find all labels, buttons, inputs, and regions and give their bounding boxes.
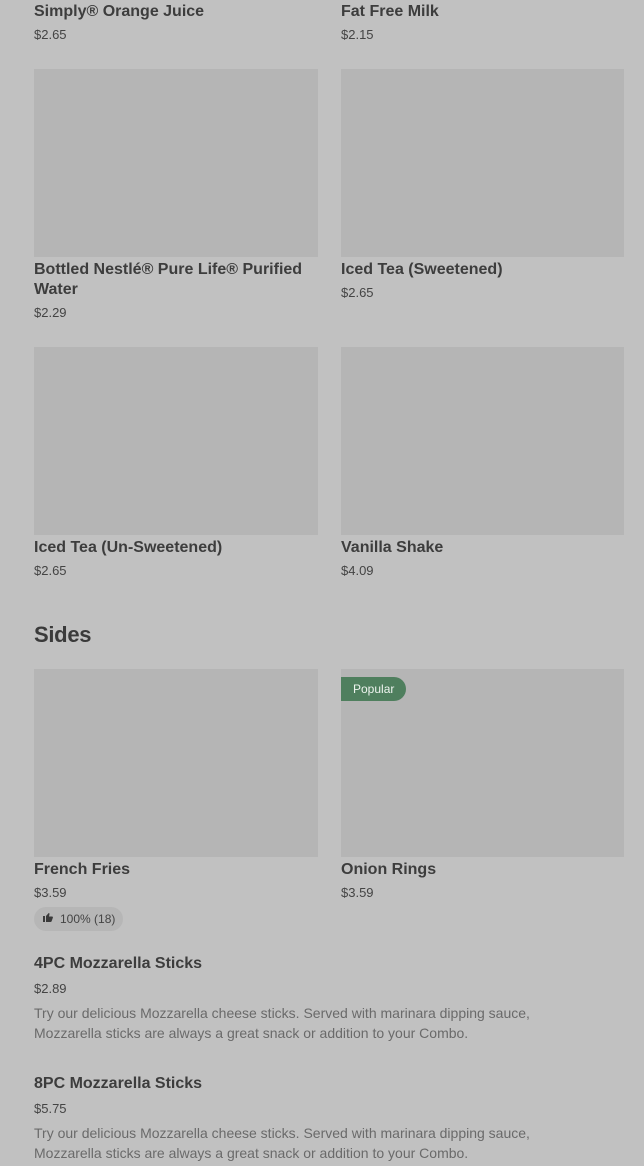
item-name[interactable]: Iced Tea (Un-Sweetened) [34, 538, 222, 558]
item-image[interactable] [34, 347, 318, 535]
item-price: $2.15 [341, 27, 374, 42]
list-item-price: $2.89 [34, 981, 67, 996]
thumbs-up-icon [42, 907, 54, 931]
list-item-description: Try our delicious Mozzarella cheese stic… [34, 1005, 530, 1041]
item-image[interactable] [341, 347, 624, 535]
item-image[interactable] [341, 69, 624, 257]
item-name[interactable]: Onion Rings [341, 860, 436, 880]
section-title-sides: Sides [34, 622, 92, 647]
list-item-name[interactable]: 8PC Mozzarella Sticks [34, 1074, 202, 1094]
popular-badge: Popular [341, 677, 407, 701]
item-price: $3.59 [34, 885, 67, 900]
item-image[interactable] [34, 69, 318, 257]
item-image[interactable] [34, 669, 318, 857]
item-price: $2.65 [34, 563, 67, 578]
item-name[interactable]: French Fries [34, 860, 130, 880]
item-name[interactable]: Vanilla Shake [341, 538, 443, 558]
item-price: $2.65 [341, 285, 374, 300]
list-item-price: $5.75 [34, 1101, 67, 1116]
list-item-name[interactable]: 4PC Mozzarella Sticks [34, 954, 202, 974]
item-price: $2.29 [34, 305, 67, 320]
rating-text: 100% (18) [60, 912, 116, 926]
list-item-description: Try our delicious Mozzarella cheese stic… [34, 1125, 530, 1161]
item-name[interactable]: Bottled Nestlé® Pure Life® Purified Wate… [34, 260, 318, 300]
item-price: $4.09 [341, 563, 374, 578]
rating-badge: 100% (18) [34, 907, 124, 931]
item-name[interactable]: Simply® Orange Juice [34, 2, 204, 22]
item-price: $3.59 [341, 885, 374, 900]
item-name[interactable]: Iced Tea (Sweetened) [341, 260, 503, 280]
item-price: $2.65 [34, 27, 67, 42]
item-name[interactable]: Fat Free Milk [341, 2, 439, 22]
